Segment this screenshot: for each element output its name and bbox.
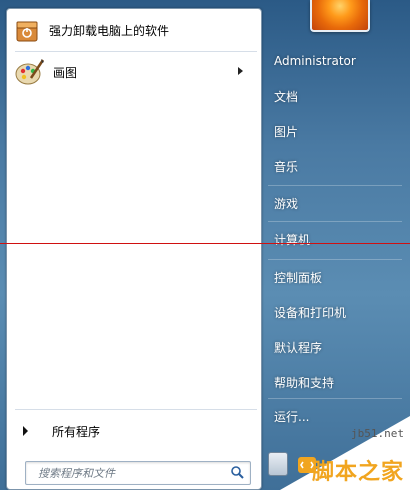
divider — [268, 259, 402, 260]
places-item-label: 设备和打印机 — [274, 305, 347, 320]
places-item-devices-printers[interactable]: 设备和打印机 — [264, 297, 404, 327]
places-item-help-support[interactable]: 帮助和支持 — [264, 367, 404, 397]
places-item-label: 图片 — [274, 124, 299, 139]
places-item-music[interactable]: 音乐 — [264, 151, 404, 181]
divider — [268, 221, 402, 222]
search-box[interactable] — [25, 461, 251, 485]
divider — [268, 185, 402, 186]
watermark-name: 脚本之家 — [311, 460, 404, 485]
red-guide-line — [0, 243, 410, 244]
places-item-user[interactable]: Administrator — [264, 46, 404, 76]
places-item-pictures[interactable]: 图片 — [264, 116, 404, 146]
programs-pane: 强力卸载电脑上的软件 画图 所有程序 — [6, 8, 262, 490]
places-item-label: 默认程序 — [274, 340, 323, 355]
divider — [15, 51, 257, 52]
all-programs-label: 所有程序 — [52, 424, 101, 439]
all-programs-button[interactable]: 所有程序 — [13, 417, 253, 445]
places-item-label: 游戏 — [274, 196, 299, 211]
places-item-label: 帮助和支持 — [274, 375, 335, 390]
program-item-uninstaller[interactable]: 强力卸载电脑上的软件 — [13, 13, 253, 47]
places-item-control-panel[interactable]: 控制面板 — [264, 262, 404, 292]
divider — [15, 409, 257, 410]
paint-palette-icon — [15, 59, 45, 85]
watermark-url: jb51.net — [351, 427, 404, 440]
submenu-arrow-icon[interactable] — [238, 67, 243, 75]
divider — [268, 398, 402, 399]
search-input[interactable] — [36, 462, 230, 484]
places-item-label: Administrator — [274, 54, 356, 68]
places-item-default-programs[interactable]: 默认程序 — [264, 332, 404, 362]
search-icon[interactable] — [230, 465, 244, 479]
program-item-label: 强力卸载电脑上的软件 — [49, 23, 170, 38]
program-item-label: 画图 — [53, 65, 78, 80]
places-item-label: 文档 — [274, 89, 299, 104]
places-item-label: 音乐 — [274, 159, 299, 174]
program-item-paint[interactable]: 画图 — [13, 55, 253, 89]
places-item-computer[interactable]: 计算机 — [264, 224, 404, 254]
places-item-documents[interactable]: 文档 — [264, 81, 404, 111]
places-item-label: 计算机 — [274, 232, 311, 247]
watermark: jb51.net 脚本之家 — [260, 416, 410, 490]
uninstall-box-icon — [16, 21, 38, 42]
places-item-games[interactable]: 游戏 — [264, 188, 404, 218]
places-item-label: 控制面板 — [274, 270, 323, 285]
triangle-right-icon — [23, 426, 28, 436]
